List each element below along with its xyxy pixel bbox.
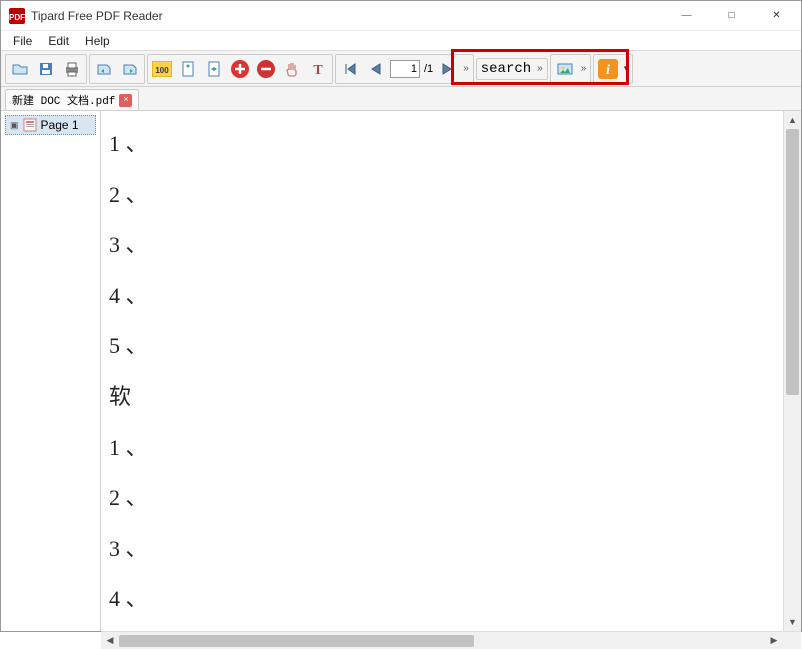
zoom-in-button[interactable]: [228, 57, 252, 81]
tab-label: 新建 DOC 文档.pdf: [12, 92, 115, 108]
fit-page-button[interactable]: [202, 57, 226, 81]
next-page-button[interactable]: [435, 57, 459, 81]
expand-icon: ▣: [10, 120, 19, 131]
info-button[interactable]: i: [596, 57, 620, 81]
print-button[interactable]: [60, 57, 84, 81]
workspace: ▣ Page 1 1 、 2 、 3 、 4 、 5 、 软 1 、 2 、 3…: [1, 111, 801, 631]
nav-more-icon[interactable]: »: [461, 63, 471, 74]
first-page-button[interactable]: [338, 57, 362, 81]
page-thumbnails-sidebar: ▣ Page 1: [1, 111, 101, 631]
save-button[interactable]: [34, 57, 58, 81]
window-title: Tipard Free PDF Reader: [31, 9, 664, 23]
zoom-out-button[interactable]: [254, 57, 278, 81]
text-line: 3 、: [109, 220, 783, 271]
close-button[interactable]: ✕: [754, 2, 799, 30]
vertical-scrollbar[interactable]: ▲ ▼: [783, 111, 801, 631]
view-group: »: [550, 54, 592, 84]
file-group: [5, 54, 87, 84]
document-tabs: 新建 DOC 文档.pdf ×: [1, 87, 801, 111]
document-tab[interactable]: 新建 DOC 文档.pdf ×: [5, 89, 139, 110]
scroll-right-arrow[interactable]: ▶: [765, 635, 783, 646]
hand-tool-button[interactable]: [280, 57, 304, 81]
text-line: 4 、: [109, 271, 783, 322]
menu-file[interactable]: File: [5, 32, 40, 50]
zoom-group: 100 T: [147, 54, 333, 84]
open-button[interactable]: [8, 57, 32, 81]
page-total-label: /1: [424, 63, 433, 75]
hscroll-thumb[interactable]: [119, 635, 474, 647]
text-line: 2 、: [109, 473, 783, 524]
hscroll-track[interactable]: [119, 634, 765, 648]
text-line: 3 、: [109, 524, 783, 575]
next-doc-button[interactable]: [118, 57, 142, 81]
text-line: 软: [109, 372, 783, 423]
prev-doc-button[interactable]: [92, 57, 116, 81]
snapshot-button[interactable]: [553, 57, 577, 81]
toolbar: 100 T /1 » search » » i ▼: [1, 51, 801, 87]
search-group: search »: [476, 58, 548, 80]
tab-close-button[interactable]: ×: [119, 94, 132, 107]
text-line: 1 、: [109, 423, 783, 474]
scroll-down-arrow[interactable]: ▼: [784, 613, 801, 631]
text-line: 4 、: [109, 574, 783, 625]
svg-text:T: T: [313, 63, 323, 78]
document-view-wrap: 1 、 2 、 3 、 4 、 5 、 软 1 、 2 、 3 、 4 、 ▲ …: [101, 111, 801, 631]
doc-nav-group: [89, 54, 145, 84]
actual-size-button[interactable]: [176, 57, 200, 81]
svg-text:PDF: PDF: [9, 13, 25, 22]
scroll-thumb[interactable]: [786, 129, 799, 395]
scroll-up-arrow[interactable]: ▲: [784, 111, 801, 129]
page-thumbnail-item[interactable]: ▣ Page 1: [5, 115, 96, 135]
page-number-input[interactable]: [390, 60, 420, 78]
app-icon: PDF: [9, 8, 25, 24]
scroll-track[interactable]: [784, 129, 801, 613]
menu-edit[interactable]: Edit: [40, 32, 77, 50]
prev-page-button[interactable]: [364, 57, 388, 81]
svg-text:100: 100: [155, 66, 169, 75]
maximize-button[interactable]: □: [709, 2, 754, 30]
page-icon: [23, 118, 37, 132]
menu-help[interactable]: Help: [77, 32, 118, 50]
text-select-button[interactable]: T: [306, 57, 330, 81]
text-line: 1 、: [109, 119, 783, 170]
page-nav-group: /1 »: [335, 54, 474, 84]
search-button[interactable]: search: [479, 61, 533, 77]
view-more-icon[interactable]: »: [579, 63, 589, 74]
zoom-100-button[interactable]: 100: [150, 57, 174, 81]
minimize-button[interactable]: —: [664, 2, 709, 30]
scroll-left-arrow[interactable]: ◀: [101, 635, 119, 646]
document-view[interactable]: 1 、 2 、 3 、 4 、 5 、 软 1 、 2 、 3 、 4 、: [101, 111, 783, 631]
info-group: i ▼: [593, 54, 633, 84]
search-more-icon[interactable]: »: [535, 63, 545, 74]
svg-text:i: i: [606, 63, 610, 78]
info-dropdown-icon[interactable]: ▼: [622, 64, 630, 73]
titlebar: PDF Tipard Free PDF Reader — □ ✕: [1, 1, 801, 31]
text-line: 5 、: [109, 321, 783, 372]
page-label: Page 1: [41, 118, 79, 132]
menubar: File Edit Help: [1, 31, 801, 51]
text-line: 2 、: [109, 170, 783, 221]
horizontal-scrollbar[interactable]: ◀ ▶: [101, 631, 801, 649]
